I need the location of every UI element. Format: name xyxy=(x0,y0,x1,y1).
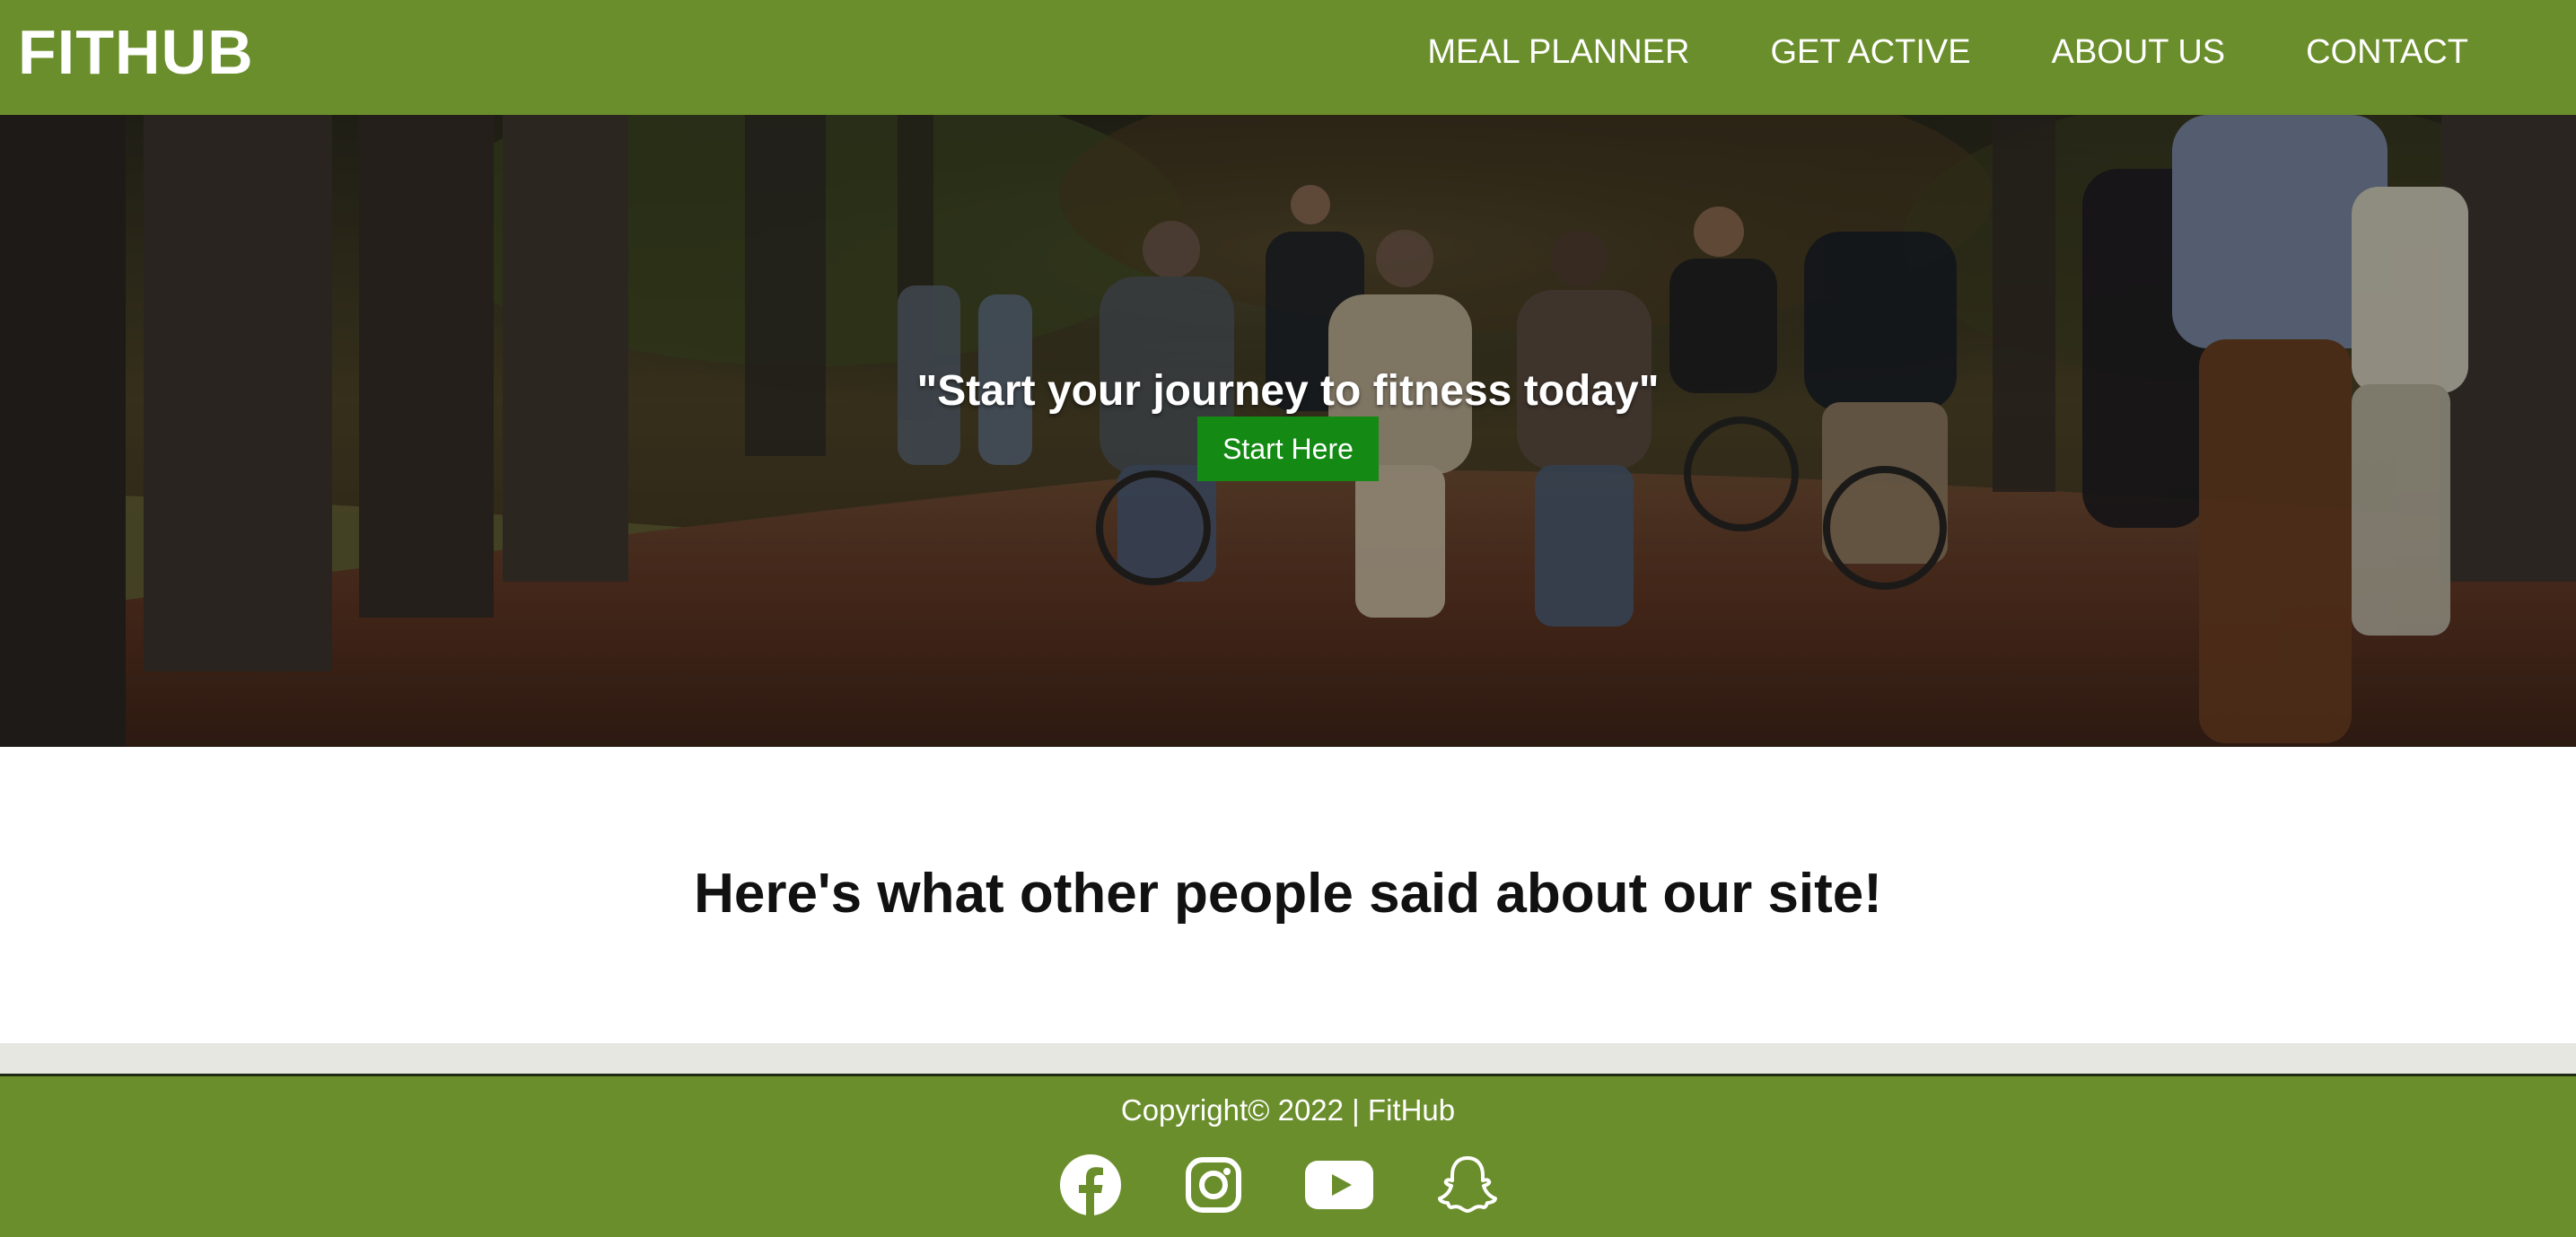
hero-quote: "Start your journey to fitness today" xyxy=(916,367,1660,415)
nav-about-us[interactable]: ABOUT US xyxy=(2052,31,2226,74)
facebook-icon[interactable] xyxy=(1059,1154,1122,1216)
hero-banner: "Start your journey to fitness today" St… xyxy=(0,115,2576,747)
youtube-icon[interactable] xyxy=(1305,1161,1373,1209)
nav-get-active[interactable]: GET ACTIVE xyxy=(1770,31,1970,74)
copyright-text: Copyright© 2022 | FitHub xyxy=(1120,1093,1456,1127)
testimonials-heading: Here's what other people said about our … xyxy=(694,863,1882,925)
instagram-icon[interactable] xyxy=(1185,1156,1242,1214)
testimonials-section: Here's what other people said about our … xyxy=(0,747,2576,1043)
snapchat-icon[interactable] xyxy=(1436,1154,1499,1216)
navbar: FITHUB MEAL PLANNER GET ACTIVE ABOUT US … xyxy=(0,0,2576,115)
site-logo[interactable]: FITHUB xyxy=(18,16,254,88)
testimonials-strip xyxy=(0,1043,2576,1074)
nav-contact[interactable]: CONTACT xyxy=(2306,31,2468,74)
social-links xyxy=(1059,1154,1562,1216)
main-nav: MEAL PLANNER GET ACTIVE ABOUT US CONTACT xyxy=(1346,31,2468,74)
start-here-button[interactable]: Start Here xyxy=(1197,417,1379,481)
nav-meal-planner[interactable]: MEAL PLANNER xyxy=(1427,31,1689,74)
footer: Copyright© 2022 | FitHub xyxy=(0,1076,2576,1237)
hero-content: "Start your journey to fitness today" St… xyxy=(0,366,2576,481)
